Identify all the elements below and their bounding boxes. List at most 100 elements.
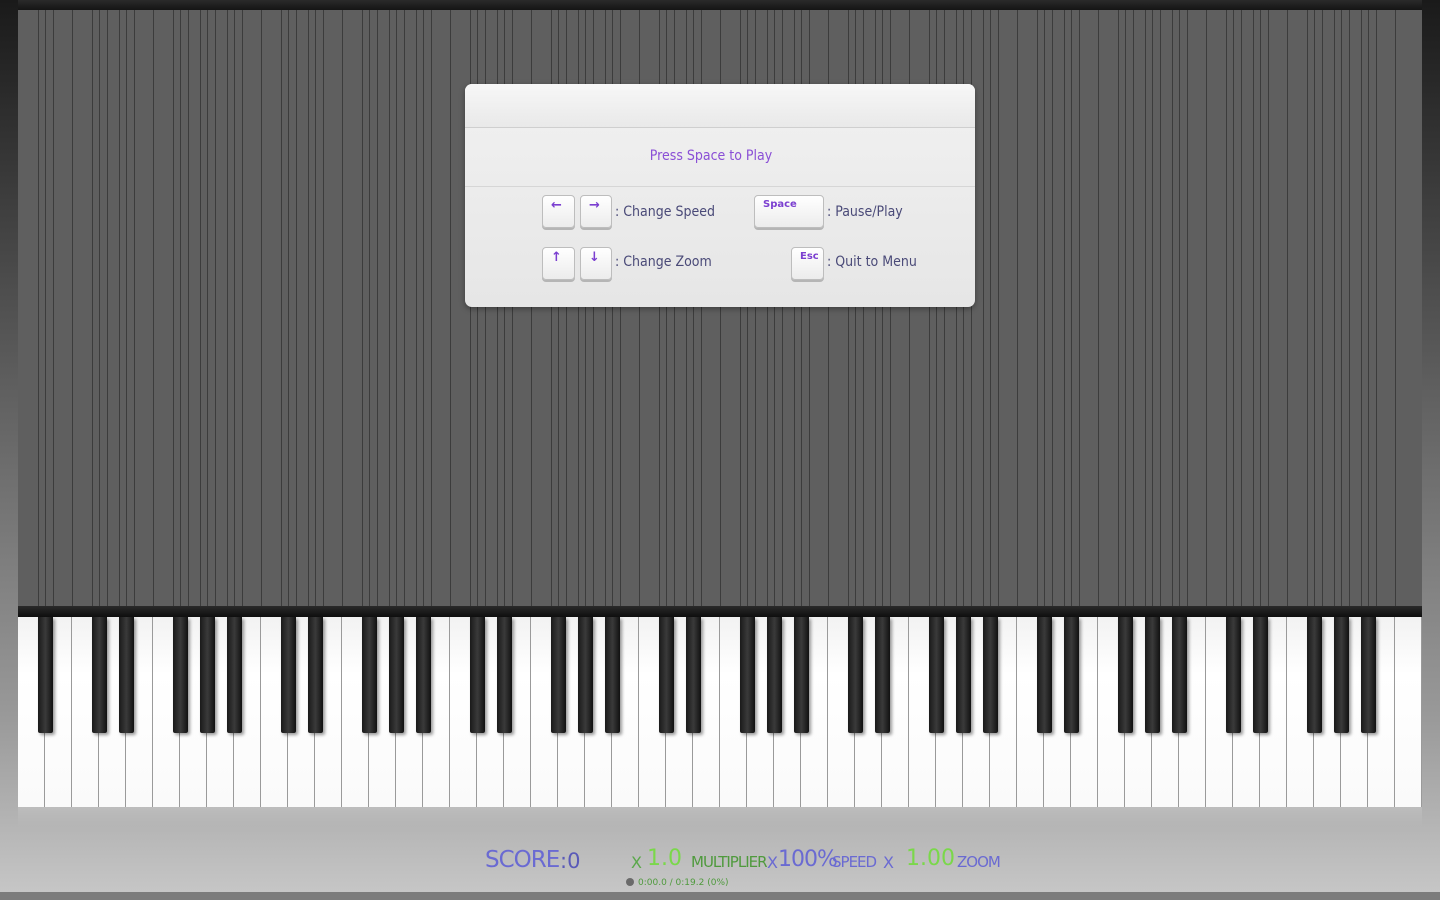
black-key[interactable] bbox=[1360, 617, 1376, 733]
lane-line bbox=[173, 10, 174, 606]
black-key[interactable] bbox=[550, 617, 566, 733]
lane-line bbox=[126, 10, 127, 606]
black-key[interactable] bbox=[739, 617, 755, 733]
black-key[interactable] bbox=[1333, 617, 1349, 733]
black-key[interactable] bbox=[1252, 617, 1268, 733]
black-key[interactable] bbox=[1171, 617, 1187, 733]
black-key[interactable] bbox=[874, 617, 890, 733]
black-key[interactable] bbox=[199, 617, 215, 733]
black-key[interactable] bbox=[226, 617, 242, 733]
lane-line bbox=[1361, 10, 1362, 606]
speed-x: X bbox=[767, 853, 778, 872]
up-arrow-key[interactable]: ↑ bbox=[542, 247, 575, 280]
black-key[interactable] bbox=[955, 617, 971, 733]
change-zoom-label: : Change Zoom bbox=[615, 254, 712, 270]
lane-line bbox=[99, 10, 100, 606]
lane-line bbox=[261, 10, 262, 606]
black-key[interactable] bbox=[1036, 617, 1052, 733]
lane-line bbox=[134, 10, 135, 606]
black-key[interactable] bbox=[496, 617, 512, 733]
black-key[interactable] bbox=[307, 617, 323, 733]
lane-line bbox=[1172, 10, 1173, 606]
multiplier-label: MULTIPLIER bbox=[691, 853, 768, 871]
lane-line bbox=[1098, 10, 1099, 606]
black-key[interactable] bbox=[847, 617, 863, 733]
black-key[interactable] bbox=[37, 617, 53, 733]
lane-line bbox=[288, 10, 289, 606]
quit-to-menu-label: : Quit to Menu bbox=[827, 254, 917, 270]
lane-line bbox=[1017, 10, 1018, 606]
black-key[interactable] bbox=[982, 617, 998, 733]
lane-line bbox=[998, 10, 999, 606]
lane-line bbox=[396, 10, 397, 606]
lane-line bbox=[1179, 10, 1180, 606]
black-key[interactable] bbox=[172, 617, 188, 733]
piano-keyboard[interactable] bbox=[18, 617, 1422, 807]
black-key[interactable] bbox=[280, 617, 296, 733]
lane-line bbox=[227, 10, 228, 606]
lane-line bbox=[416, 10, 417, 606]
lane-line bbox=[404, 10, 405, 606]
black-key[interactable] bbox=[1306, 617, 1322, 733]
lane-line bbox=[1133, 10, 1134, 606]
down-arrow-key[interactable]: ↓ bbox=[580, 247, 612, 280]
play-prompt: Press Space to Play bbox=[649, 148, 773, 164]
lane-line bbox=[215, 10, 216, 606]
black-key[interactable] bbox=[118, 617, 134, 733]
black-key[interactable] bbox=[1225, 617, 1241, 733]
black-key[interactable] bbox=[766, 617, 782, 733]
black-key[interactable] bbox=[604, 617, 620, 733]
black-key[interactable] bbox=[1144, 617, 1160, 733]
black-key[interactable] bbox=[685, 617, 701, 733]
black-key[interactable] bbox=[388, 617, 404, 733]
lane-line bbox=[1241, 10, 1242, 606]
black-key[interactable] bbox=[1063, 617, 1079, 733]
black-key[interactable] bbox=[415, 617, 431, 733]
lane-line bbox=[389, 10, 390, 606]
lane-line bbox=[107, 10, 108, 606]
lane-line bbox=[1314, 10, 1315, 606]
lane-line bbox=[207, 10, 208, 606]
lane-line bbox=[1160, 10, 1161, 606]
zoom-value: 1.00 bbox=[906, 846, 955, 871]
lane-line bbox=[72, 10, 73, 606]
top-rail bbox=[18, 0, 1422, 10]
esc-key[interactable]: Esc bbox=[791, 247, 824, 280]
black-key[interactable] bbox=[469, 617, 485, 733]
lane-line bbox=[200, 10, 201, 606]
black-key[interactable] bbox=[928, 617, 944, 733]
black-key[interactable] bbox=[1117, 617, 1133, 733]
lane-line bbox=[1071, 10, 1072, 606]
black-key[interactable] bbox=[91, 617, 107, 733]
lane-line bbox=[1341, 10, 1342, 606]
multiplier-value: 1.0 bbox=[647, 846, 682, 871]
lane-line bbox=[296, 10, 297, 606]
lane-line bbox=[1064, 10, 1065, 606]
lane-line bbox=[423, 10, 424, 606]
right-arrow-key[interactable]: → bbox=[580, 195, 612, 228]
lane-line bbox=[1187, 10, 1188, 606]
multiplier-x: X bbox=[631, 853, 642, 872]
game-screen: Press Space to Play ← → : Change Speed S… bbox=[0, 0, 1440, 900]
progress-text: 0:00.0 / 0:19.2 (0%) bbox=[638, 878, 729, 888]
lane-line bbox=[1226, 10, 1227, 606]
lane-line bbox=[1287, 10, 1288, 606]
help-panel: Press Space to Play ← → : Change Speed S… bbox=[465, 84, 975, 307]
left-arrow-key[interactable]: ← bbox=[542, 195, 575, 228]
black-key[interactable] bbox=[577, 617, 593, 733]
lane-line bbox=[1260, 10, 1261, 606]
change-speed-label: : Change Speed bbox=[615, 204, 715, 220]
white-key[interactable] bbox=[1395, 617, 1422, 807]
lane-line bbox=[188, 10, 189, 606]
black-key[interactable] bbox=[658, 617, 674, 733]
lane-line bbox=[369, 10, 370, 606]
black-key[interactable] bbox=[793, 617, 809, 733]
pause-play-label: : Pause/Play bbox=[827, 204, 903, 220]
lane-line bbox=[234, 10, 235, 606]
lane-line bbox=[153, 10, 154, 606]
space-key[interactable]: Space bbox=[754, 195, 824, 228]
lane-line bbox=[1152, 10, 1153, 606]
keyboard-rail bbox=[18, 606, 1422, 617]
black-key[interactable] bbox=[361, 617, 377, 733]
speed-value: 100% bbox=[778, 847, 838, 872]
